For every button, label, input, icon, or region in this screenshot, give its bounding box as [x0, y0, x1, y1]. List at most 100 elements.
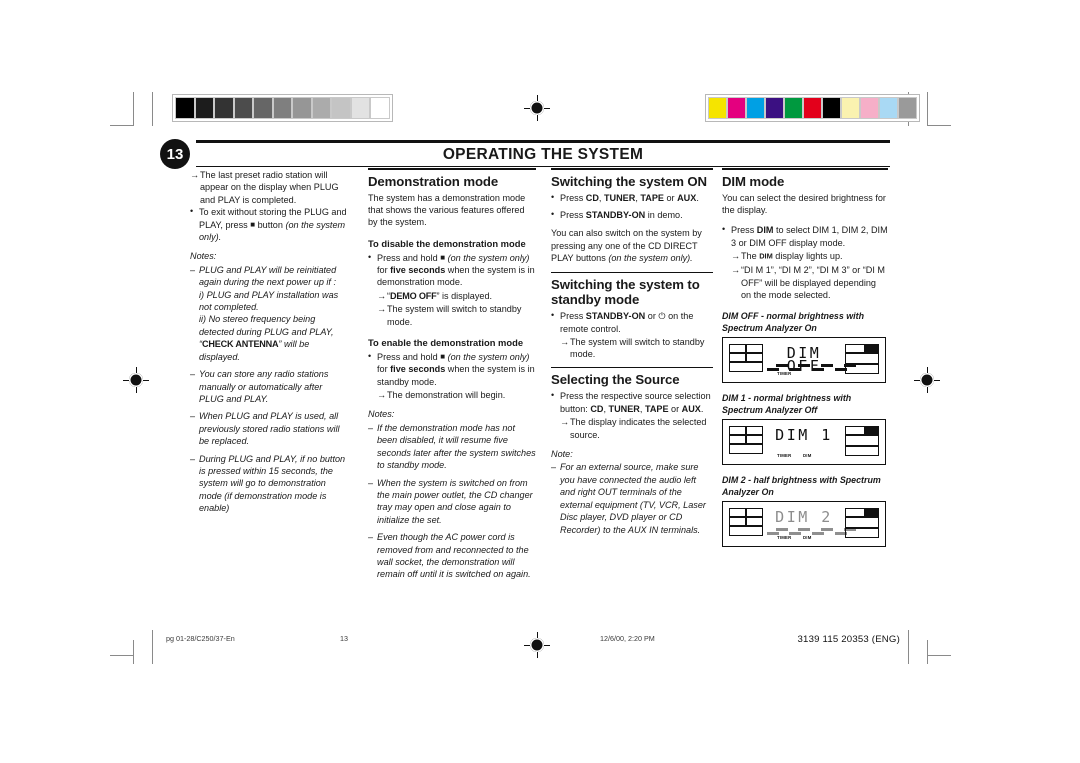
calibration-swatch	[860, 97, 879, 119]
calibration-swatch	[311, 97, 331, 119]
crop-mark-br-h	[927, 655, 951, 656]
press-label: Press	[560, 311, 584, 322]
calibration-swatch	[214, 97, 234, 119]
dim-mode-list: Press DIM to select DIM 1, DIM 2, DIM 3 …	[722, 223, 888, 301]
lcd-label-timer: TIMER	[777, 370, 792, 376]
note-text: You can store any radio stations manuall…	[199, 369, 329, 404]
note-text: PLUG and PLAY will be reinitiated again …	[199, 264, 337, 288]
list-item: If the demonstration mode has not been d…	[368, 422, 536, 472]
standby-switch-arrow: The system will switch to standby mode.	[377, 303, 536, 328]
plugplay-exit-list: To exit without storing the PLUG and PLA…	[190, 205, 348, 243]
lcd-left-indicator-block	[729, 426, 763, 456]
section-heading-dim-mode: DIM mode	[722, 173, 785, 189]
list-item: Press the respective source selection bu…	[551, 389, 713, 441]
list-item: Press and hold ■ (on the system only) fo…	[368, 251, 536, 328]
quote-close: ” is displayed.	[436, 290, 493, 301]
calibration-swatch	[233, 97, 253, 119]
note-text: During PLUG and PLAY, if no button is pr…	[199, 453, 346, 514]
step-text-c: for	[377, 265, 388, 276]
section-rule	[722, 168, 888, 170]
lcd-label-dim: DIM	[803, 534, 812, 540]
calibration-swatch	[350, 97, 370, 119]
manual-page: 13 OPERATING THE SYSTEM The last preset …	[0, 0, 1080, 763]
step-text-b: (on the system only)	[447, 252, 530, 263]
calibration-swatch	[803, 97, 822, 119]
standby-list: Press STANDBY-ON or ⏻ on the remote cont…	[551, 309, 713, 361]
press-label: Press	[560, 192, 584, 203]
crop-mark-br-v2	[927, 640, 928, 664]
crop-mark-tr-h	[927, 125, 951, 126]
enable-demo-list: Press and hold ■ (on the system only) fo…	[368, 350, 536, 402]
column-four: DIM mode You can select the desired brig…	[722, 168, 888, 549]
section-rule	[551, 168, 713, 170]
list-item: When the system is switched on from the …	[368, 477, 536, 527]
color-calibration-bar	[705, 94, 920, 122]
check-antenna-emphasis: CHECK ANTENNA	[202, 339, 279, 350]
crop-mark-tl-v2	[152, 92, 153, 126]
calibration-swatch	[879, 97, 898, 119]
page-header: OPERATING THE SYSTEM	[196, 140, 890, 167]
stop-square-icon: ■	[440, 252, 446, 262]
power-standby-icon: ⏻	[658, 311, 666, 322]
crop-mark-bl-v	[152, 630, 153, 664]
source-tuner-label: TUNER	[603, 192, 636, 203]
step-text-a: Press and hold	[377, 252, 438, 263]
demo-begin-arrow: The demonstration will begin.	[377, 389, 536, 402]
calibration-swatch	[746, 97, 765, 119]
calibration-swatch	[841, 97, 860, 119]
press-label: Press	[731, 225, 755, 236]
note-text: When the system is switched on from the …	[377, 477, 533, 525]
stop-square-icon: ■	[440, 351, 446, 361]
source-tape-label: TAPE	[644, 403, 669, 414]
section-heading-switch-on: Switching the system ON	[551, 173, 707, 189]
lcd-label-dim: DIM	[803, 452, 812, 458]
note-text: For an external source, make sure you ha…	[560, 462, 706, 535]
registration-mark-bottom	[524, 632, 550, 658]
dim-display-arrow: “DI M 1”, “DI M 2”, “DI M 3” or “DI M OF…	[731, 264, 888, 301]
calibration-swatch	[765, 97, 784, 119]
header-rule-bottom	[196, 165, 890, 167]
lcd-display-dim-1: DIM 1 TIMER DIM	[722, 419, 886, 466]
source-list: Press the respective source selection bu…	[551, 389, 713, 441]
page-title: OPERATING THE SYSTEM	[442, 145, 644, 163]
calibration-swatch	[727, 97, 746, 119]
source-notes-list: For an external source, make sure you ha…	[551, 461, 713, 535]
lcd-display-dim-off: DIM OFF TIMER	[722, 337, 886, 384]
source-display-arrow: The display indicates the selected sourc…	[560, 416, 713, 441]
list-item: Press CD, TUNER, TAPE or AUX.	[551, 191, 713, 204]
lcd-right-indicator-block	[845, 508, 879, 539]
dim-indicator-arrow: The DIM display lights up.	[731, 250, 888, 263]
column-one: The last preset radio station will appea…	[190, 168, 348, 521]
calibration-swatch	[898, 97, 917, 119]
note-text: Even though the AC power cord is removed…	[377, 532, 531, 580]
note-text: If the demonstration mode has not been d…	[377, 422, 536, 471]
registration-mark-left	[123, 367, 149, 393]
list-item: When PLUG and PLAY is used, all previous…	[190, 410, 348, 447]
section-rule	[551, 271, 713, 274]
section-rule	[551, 366, 713, 369]
source-cd-label: CD	[585, 192, 599, 203]
list-item: Press STANDBY-ON in demo.	[551, 208, 713, 221]
list-item: PLUG and PLAY will be reinitiated again …	[190, 264, 348, 363]
lcd-caption-dim-off: DIM OFF - normal brightness with Spectru…	[722, 311, 864, 333]
footer-timestamp: 12/6/00, 2:20 PM	[600, 634, 655, 643]
lcd-left-indicator-block	[729, 508, 763, 538]
switch-on-list: Press CD, TUNER, TAPE or AUX. Press STAN…	[551, 191, 713, 222]
list-item: During PLUG and PLAY, if no button is pr…	[190, 453, 348, 515]
or-label: or	[671, 403, 680, 414]
registration-mark-right	[914, 367, 940, 393]
column-two: Demonstration mode The system has a demo…	[368, 168, 536, 587]
step-text-c: for	[377, 364, 388, 375]
lcd-right-indicator-block	[845, 344, 879, 375]
plugplay-arrow-note: The last preset radio station will appea…	[190, 169, 348, 206]
source-tuner-label: TUNER	[608, 403, 640, 414]
section-heading-standby: Switching the system to standby mode	[551, 277, 700, 308]
calibration-swatch	[822, 97, 841, 119]
registration-mark-top	[524, 95, 550, 121]
crop-mark-tr-v	[927, 92, 928, 126]
disable-demo-list: Press and hold ■ (on the system only) fo…	[368, 251, 536, 328]
lcd-text-dim-2: DIM 2	[775, 508, 833, 527]
crop-mark-bl-h	[110, 655, 134, 656]
section-heading-source: Selecting the Source	[551, 372, 680, 388]
page-number-badge: 13	[160, 139, 190, 169]
